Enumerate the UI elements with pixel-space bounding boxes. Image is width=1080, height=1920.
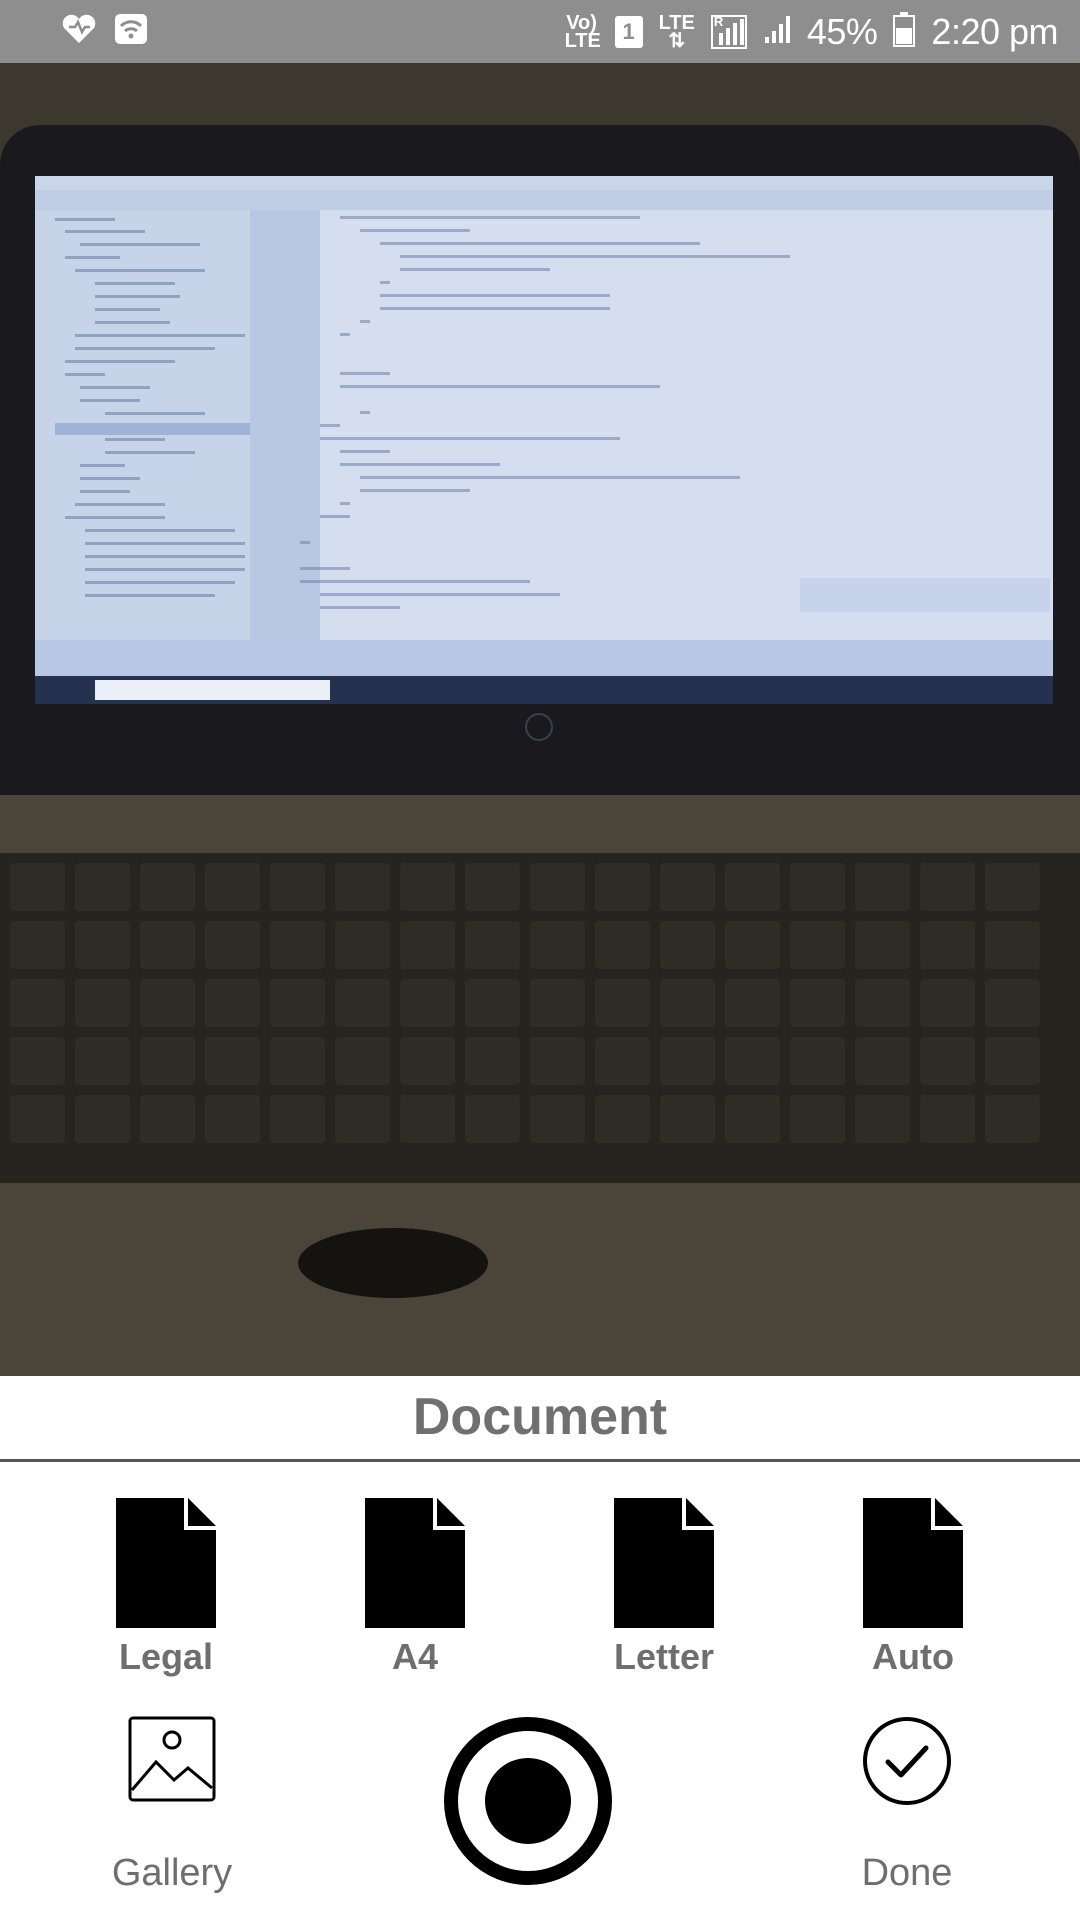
- battery-percent: 45%: [806, 10, 878, 52]
- screen-project-panel: [35, 210, 251, 640]
- format-legal-button[interactable]: Legal: [86, 1498, 246, 1678]
- wifi-icon: [114, 13, 148, 50]
- screen-taskbar: [35, 676, 1053, 704]
- lte-data-icon: LTE ⇅: [658, 11, 695, 52]
- page-icon: [614, 1498, 714, 1628]
- screen-code-editor: [300, 210, 1053, 640]
- capture-controls: Gallery Done: [0, 1716, 1080, 1920]
- format-auto-label: Auto: [872, 1636, 954, 1677]
- laptop-screen-image: [35, 176, 1053, 704]
- volte-icon: Vo) LTE: [564, 11, 601, 52]
- screen-menubar: [35, 176, 1053, 190]
- done-button[interactable]: Done: [832, 1716, 982, 1895]
- capture-button[interactable]: [443, 1716, 613, 1886]
- battery-icon: [893, 11, 916, 52]
- touchpad: [298, 1228, 488, 1298]
- screen-gutter: [250, 210, 320, 640]
- gallery-icon: [128, 1716, 216, 1802]
- format-auto-button[interactable]: Auto: [833, 1498, 993, 1678]
- sheet-divider: [0, 1459, 1080, 1462]
- status-bar-left: [60, 13, 148, 50]
- shutter-icon: [444, 1717, 612, 1885]
- screen-taskbar-search: [95, 680, 330, 700]
- status-bar: Vo) LTE 1 LTE ⇅ R 45% 2:20 pm: [0, 0, 1080, 63]
- page-icon: [863, 1498, 963, 1628]
- page-icon: [365, 1498, 465, 1628]
- status-bar-right: Vo) LTE 1 LTE ⇅ R 45% 2:20 pm: [564, 10, 1059, 53]
- page-icon: [116, 1498, 216, 1628]
- roaming-label: R: [713, 13, 724, 29]
- document-sheet: Document Legal A4 Letter Auto Gallery Do…: [0, 1376, 1080, 1920]
- camera-preview[interactable]: [0, 63, 1080, 1376]
- format-letter-label: Letter: [613, 1636, 715, 1677]
- clock: 2:20 pm: [931, 10, 1058, 52]
- signal-r-icon: R: [710, 13, 747, 49]
- keyboard: [0, 853, 1080, 1183]
- paper-format-row: Legal A4 Letter Auto: [0, 1498, 1080, 1698]
- lte-label: LTE: [658, 11, 695, 34]
- gallery-label: Gallery: [111, 1852, 233, 1894]
- sheet-title: Document: [412, 1388, 668, 1446]
- format-legal-label: Legal: [118, 1636, 214, 1677]
- signal-icon: [763, 13, 791, 50]
- sim-icon: 1: [614, 15, 643, 48]
- screen-toolbar: [35, 190, 1053, 211]
- gallery-button[interactable]: Gallery: [97, 1716, 247, 1895]
- health-heart-icon: [60, 13, 98, 50]
- hp-logo: [525, 713, 553, 741]
- checkmark-circle-icon: [863, 1717, 951, 1805]
- format-a4-label: A4: [391, 1636, 439, 1677]
- done-label: Done: [861, 1852, 953, 1894]
- format-a4-button[interactable]: A4: [335, 1498, 495, 1678]
- format-letter-button[interactable]: Letter: [584, 1498, 744, 1678]
